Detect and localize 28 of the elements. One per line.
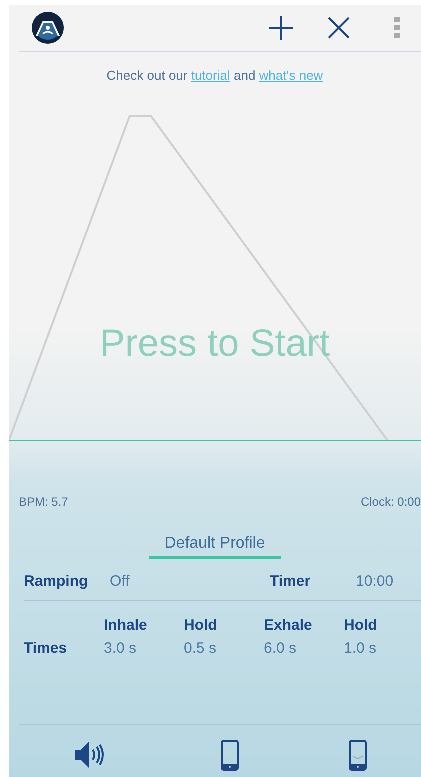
tutorial-link[interactable]: tutorial	[191, 68, 230, 83]
timer-value: 10:00	[356, 573, 395, 590]
tutorial-notice: Check out our tutorial and what's new	[106, 68, 324, 83]
phase-label: Hold	[344, 617, 378, 634]
close-icon	[328, 17, 350, 39]
app-logo	[32, 12, 64, 44]
bpm-reading: BPM: 5.7	[19, 495, 68, 509]
profile-title[interactable]: Default Profile	[148, 535, 282, 559]
vibrate-button[interactable]	[214, 739, 240, 771]
start-prompt[interactable]: Press to Start	[9, 323, 421, 366]
screen-button[interactable]	[348, 739, 367, 771]
more-icon	[394, 17, 400, 39]
ramping-label: Ramping	[24, 573, 90, 590]
phone-vibrate-icon	[214, 739, 240, 771]
times-label: Times	[24, 640, 68, 657]
whats-new-link[interactable]: what's new	[259, 68, 324, 83]
phase-time: 3.0 s	[104, 640, 138, 657]
phase-time: 6.0 s	[264, 640, 298, 657]
add-icon	[268, 15, 294, 41]
phone-icon	[348, 739, 367, 771]
phase-time: 1.0 s	[344, 640, 378, 657]
phase-label: Exhale	[264, 617, 314, 634]
phase-time: 0.5 s	[184, 640, 218, 657]
ramping-value: Off	[110, 573, 131, 590]
timer-label: Timer	[270, 573, 312, 590]
phase-label: Inhale	[104, 617, 148, 634]
clock-reading: Clock: 0:00	[360, 495, 421, 509]
phase-label: Hold	[184, 617, 218, 634]
